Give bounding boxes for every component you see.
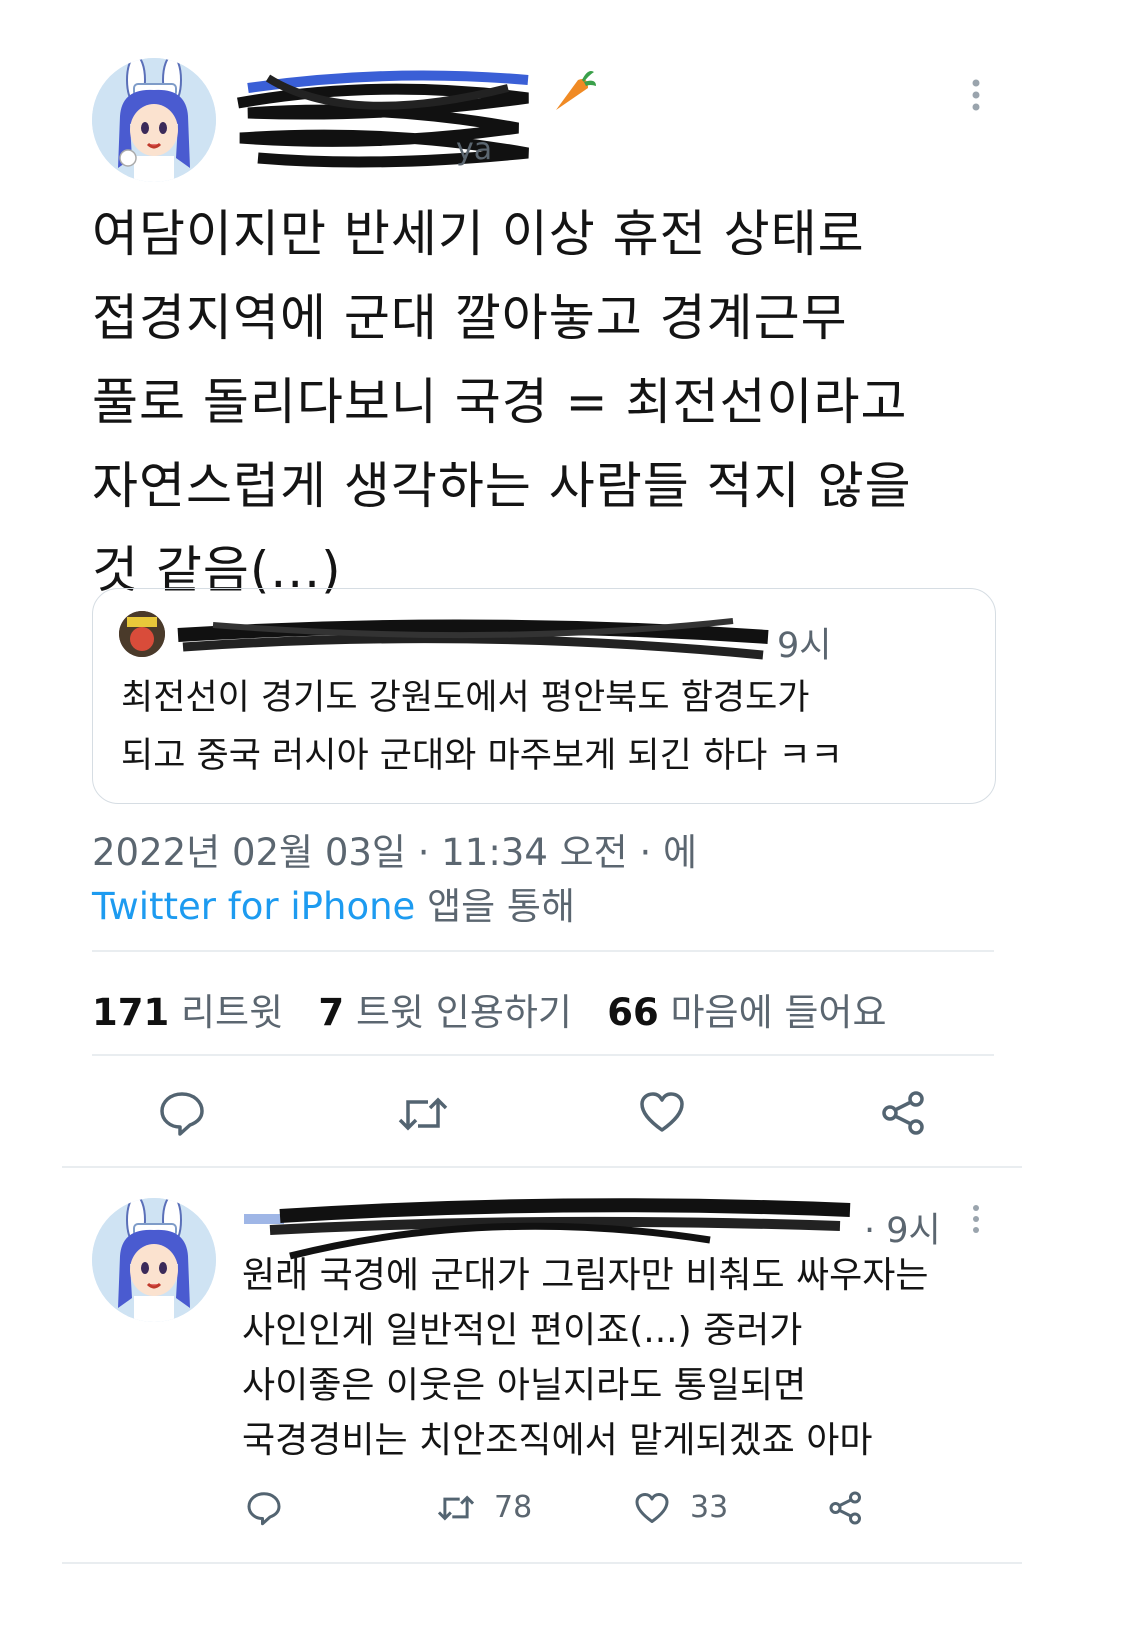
quoted-avatar bbox=[119, 611, 165, 657]
quoted-time: 9시 bbox=[777, 626, 832, 666]
quotes-count[interactable]: 7 bbox=[318, 991, 344, 1034]
reply-retweet-button[interactable]: 78 bbox=[436, 1490, 532, 1525]
reply-like-button[interactable]: 33 bbox=[634, 1490, 728, 1525]
avatar[interactable] bbox=[92, 58, 216, 182]
reply-retweet-count: 78 bbox=[494, 1490, 533, 1525]
share-icon[interactable] bbox=[880, 1090, 928, 1136]
reply-line: 사인인게 일반적인 편이죠(...) 중러가 bbox=[242, 1310, 803, 1351]
tweet-source: Twitter for iPhone 앱을 통해 bbox=[92, 876, 575, 930]
quoted-avatar-icon bbox=[119, 611, 165, 657]
divider bbox=[62, 1166, 1022, 1168]
likes-label[interactable]: 마음에 들어요 bbox=[671, 991, 887, 1034]
reply-time: · 9시 bbox=[864, 1211, 941, 1251]
retweet-icon[interactable] bbox=[396, 1094, 450, 1134]
divider bbox=[92, 950, 994, 952]
reply-share-icon[interactable] bbox=[828, 1490, 864, 1526]
tweet-text: 여담이지만 반세기 이상 휴전 상태로 접경지역에 군대 깔아놓고 경계근무 풀… bbox=[92, 192, 1052, 612]
handle-fragment: ya bbox=[456, 132, 493, 167]
bunny-avatar-icon bbox=[92, 1198, 216, 1322]
engagement-stats: 171 리트윗 7 트윗 인용하기 66 마음에 들어요 bbox=[92, 982, 887, 1036]
tweet-line: 풀로 돌리다보니 국경 = 최전선이라고 bbox=[92, 373, 908, 431]
retweets-count[interactable]: 171 bbox=[92, 991, 169, 1034]
more-options-icon[interactable] bbox=[968, 78, 984, 112]
divider bbox=[92, 1054, 994, 1056]
like-icon[interactable] bbox=[638, 1090, 686, 1134]
reply-line: 국경경비는 치안조직에서 맡게되겠죠 아마 bbox=[242, 1420, 873, 1461]
bunny-avatar-icon bbox=[92, 58, 216, 182]
tweet-line: 접경지역에 군대 깔아놓고 경계근무 bbox=[92, 289, 848, 347]
divider bbox=[62, 1562, 1022, 1564]
source-suffix: 앱을 통해 bbox=[415, 885, 575, 928]
reply-line: 원래 국경에 군대가 그림자만 비춰도 싸우자는 bbox=[242, 1255, 929, 1296]
tweet-line: 여담이지만 반세기 이상 휴전 상태로 bbox=[92, 205, 865, 263]
reply-line: 사이좋은 이웃은 아닐지라도 통일되면 bbox=[242, 1365, 807, 1406]
quoted-text: 최전선이 경기도 강원도에서 평안북도 함경도가 되고 중국 러시아 군대와 마… bbox=[121, 669, 981, 785]
source-app-link[interactable]: Twitter for iPhone bbox=[92, 885, 415, 928]
reply-avatar[interactable] bbox=[92, 1198, 216, 1322]
reply-reply-icon[interactable] bbox=[246, 1490, 282, 1526]
quoted-line: 최전선이 경기도 강원도에서 평안북도 함경도가 bbox=[121, 678, 810, 718]
quoted-tweet-card[interactable]: 9시 최전선이 경기도 강원도에서 평안북도 함경도가 되고 중국 러시아 군대… bbox=[92, 588, 996, 804]
reply-more-options-icon[interactable] bbox=[968, 1204, 984, 1234]
reply-icon[interactable] bbox=[158, 1090, 206, 1136]
reply-text: 원래 국경에 군대가 그림자만 비춰도 싸우자는 사인인게 일반적인 편이죠(.… bbox=[242, 1248, 1022, 1468]
reply-like-count: 33 bbox=[690, 1490, 729, 1525]
quotes-label[interactable]: 트윗 인용하기 bbox=[356, 991, 572, 1034]
retweets-label[interactable]: 리트윗 bbox=[181, 991, 283, 1034]
quoted-line: 되고 중국 러시아 군대와 마주보게 되긴 하다 ㅋㅋ bbox=[121, 736, 843, 776]
redacted-username bbox=[237, 70, 529, 168]
reply-retweet-icon bbox=[437, 1495, 475, 1520]
tweet-timestamp: 2022년 02월 03일 · 11:34 오전 · 에 bbox=[92, 831, 698, 874]
tweet-line: 자연스럽게 생각하는 사람들 적지 않을 bbox=[92, 457, 912, 515]
likes-count[interactable]: 66 bbox=[607, 991, 659, 1034]
carrot-icon bbox=[556, 71, 596, 110]
redacted-quoted-username bbox=[177, 618, 769, 660]
reply-like-icon bbox=[635, 1492, 669, 1523]
